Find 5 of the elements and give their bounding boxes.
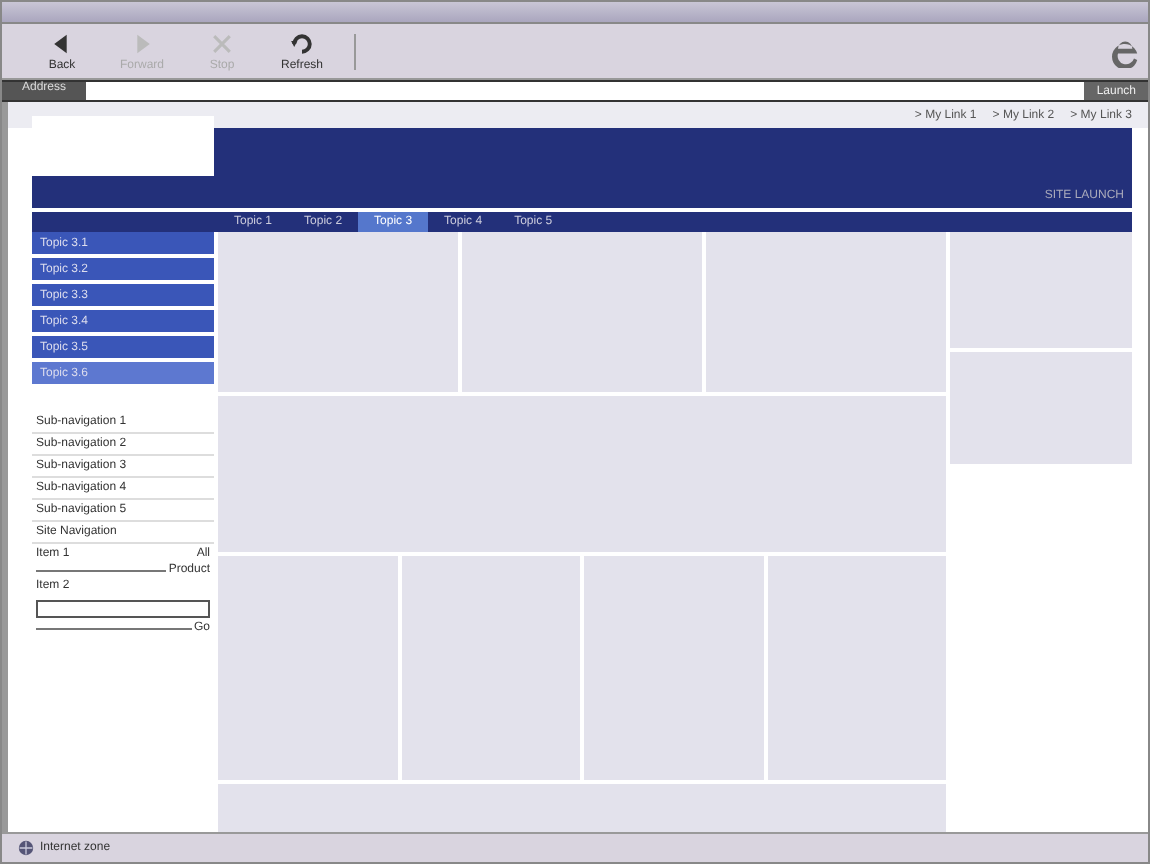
address-field[interactable] [86,82,1085,100]
x-icon [208,30,236,58]
globe-icon [18,840,34,856]
refresh-icon [288,30,316,58]
input-field[interactable] [36,600,210,618]
